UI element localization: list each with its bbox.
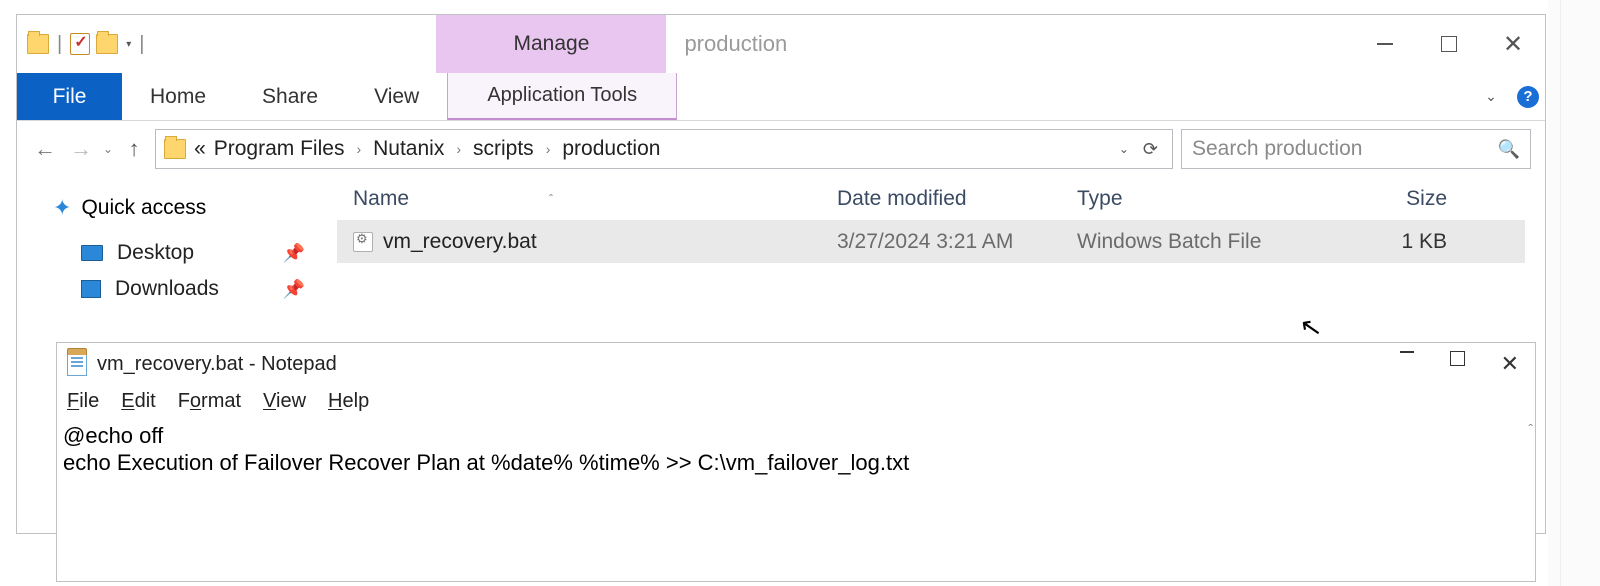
desktop-icon [81,245,103,261]
menu-edit[interactable]: Edit [121,390,155,413]
qat-separator: | [137,33,146,56]
menu-format[interactable]: Format [178,390,241,413]
column-header-size[interactable]: Size [1317,187,1457,211]
navpane-item-label: Downloads [115,277,219,301]
screenshot-crop-gutter [1548,0,1600,586]
file-type: Windows Batch File [1077,230,1317,254]
breadcrumb-segment[interactable]: production [562,137,660,161]
help-icon: ? [1517,86,1539,108]
ribbon-context-header: Manage [436,15,666,73]
ribbon-tab-share[interactable]: Share [234,73,346,120]
column-header-type[interactable]: Type [1077,187,1317,211]
notepad-menu-bar: File Edit Format View Help [57,385,1535,417]
minimize-button[interactable] [1400,351,1414,377]
column-header-name[interactable]: Name ˆ [337,187,837,211]
navpane-item-downloads[interactable]: Downloads 📌 [53,271,323,307]
close-button[interactable]: ✕ [1481,15,1545,73]
refresh-icon[interactable]: ⟳ [1137,139,1164,160]
batch-file-icon [353,232,373,252]
breadcrumb-overflow[interactable]: « [194,137,206,161]
column-header-date[interactable]: Date modified [837,187,1077,211]
menu-view[interactable]: View [263,390,306,413]
notepad-window: vm_recovery.bat - Notepad ✕ File Edit Fo… [56,342,1536,582]
chevron-right-icon[interactable]: › [352,141,365,157]
maximize-button[interactable] [1450,351,1465,377]
search-box[interactable]: Search production 🔍 [1181,129,1531,169]
file-row[interactable]: vm_recovery.bat 3/27/2024 3:21 AM Window… [337,221,1525,263]
window-controls: ✕ [1400,351,1525,377]
address-dropdown-icon[interactable]: ⌄ [1113,142,1129,156]
explorer-titlebar[interactable]: | ▾ | Manage production ✕ [17,15,1545,73]
nav-up-button[interactable]: ↑ [121,136,147,162]
file-name: vm_recovery.bat [383,230,537,254]
window-title: production [666,15,1353,73]
navigation-row: ← → ⌄ ↑ « Program Files › Nutanix › scri… [17,121,1545,177]
file-size: 1 KB [1317,230,1457,254]
maximize-button[interactable] [1417,15,1481,73]
minimize-button[interactable] [1353,15,1417,73]
nav-back-button[interactable]: ← [31,136,59,162]
menu-help[interactable]: Help [328,390,369,413]
column-headers: Name ˆ Date modified Type Size [337,177,1525,221]
ribbon-tab-home[interactable]: Home [122,73,234,120]
ribbon-tab-application-tools[interactable]: Application Tools [447,73,677,120]
address-bar[interactable]: « Program Files › Nutanix › scripts › pr… [155,129,1173,169]
file-date: 3/27/2024 3:21 AM [837,230,1077,254]
chevron-right-icon[interactable]: › [452,141,465,157]
notepad-titlebar[interactable]: vm_recovery.bat - Notepad ✕ [57,343,1535,385]
breadcrumb-segment[interactable]: scripts [473,137,534,161]
pin-icon: 📌 [283,243,305,264]
notepad-icon [67,352,87,376]
search-icon[interactable]: 🔍 [1498,139,1520,160]
folder-icon [164,139,186,159]
help-button[interactable]: ? [1511,73,1545,120]
search-placeholder: Search production [1192,137,1498,161]
ribbon-tab-row: File Home Share View Application Tools ⌄… [17,73,1545,121]
quick-access-label: Quick access [81,196,206,220]
navpane-item-desktop[interactable]: Desktop 📌 [53,235,323,271]
breadcrumb-segment[interactable]: Nutanix [373,137,444,161]
folder-icon[interactable] [27,34,49,54]
chevron-right-icon[interactable]: › [542,141,555,157]
ribbon-tab-view[interactable]: View [346,73,447,120]
qat-dropdown-icon[interactable]: ▾ [124,39,131,50]
menu-file[interactable]: File [67,390,99,413]
sort-indicator-icon: ˆ [549,192,553,206]
scroll-up-icon[interactable]: ˆ [1528,421,1533,437]
notepad-content: @echo off echo Execution of Failover Rec… [63,423,909,475]
notepad-text-area[interactable]: @echo off echo Execution of Failover Rec… [57,417,1535,581]
properties-check-icon[interactable] [70,33,90,55]
qat-separator: | [55,33,64,56]
breadcrumb-segment[interactable]: Program Files [214,137,345,161]
navpane-item-label: Desktop [117,241,194,265]
nav-history-dropdown-icon[interactable]: ⌄ [103,142,113,156]
window-controls: ✕ [1353,15,1545,73]
downloads-icon [81,280,101,298]
star-icon: ✦ [53,195,71,221]
pin-icon: 📌 [283,279,305,300]
quick-access-header[interactable]: ✦ Quick access [53,195,323,221]
folder-icon[interactable] [96,34,118,54]
file-menu-tab[interactable]: File [17,73,122,120]
quick-access-toolbar: | ▾ | [17,15,156,73]
column-label: Name [353,187,409,211]
ribbon-collapse-icon[interactable]: ⌄ [1471,73,1511,120]
nav-forward-button[interactable]: → [67,136,95,162]
close-button[interactable]: ✕ [1501,351,1519,377]
notepad-title: vm_recovery.bat - Notepad [97,353,1400,376]
